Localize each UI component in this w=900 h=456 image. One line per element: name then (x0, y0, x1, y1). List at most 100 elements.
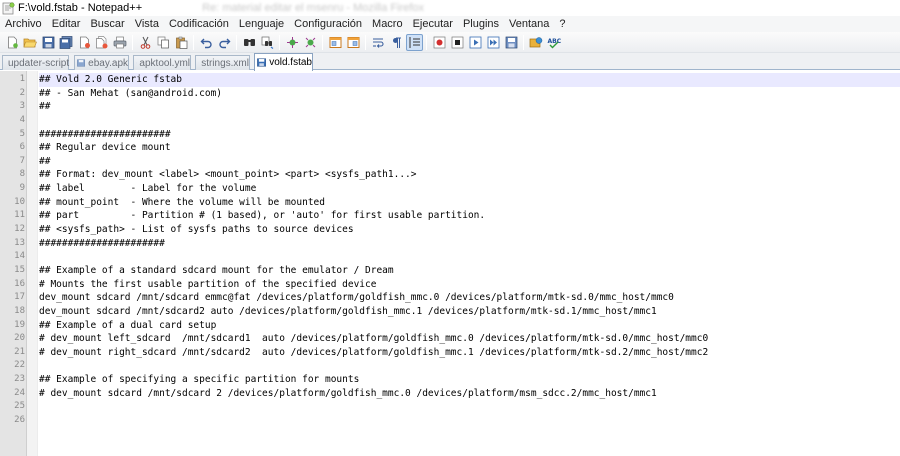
redo-icon[interactable] (216, 34, 233, 51)
code-text[interactable]: ## Vold 2.0 Generic fstab ## - San Mehat… (39, 73, 900, 428)
line-number: 17 (14, 292, 25, 303)
replace-icon[interactable] (259, 34, 276, 51)
tab-apktool-yml[interactable]: apktool.yml (133, 55, 191, 70)
new-file-icon[interactable] (4, 34, 21, 51)
code-line[interactable]: ## part - Partition # (1 based), or 'aut… (39, 209, 900, 223)
code-line[interactable]: ## mount_point - Where the volume will b… (39, 196, 900, 210)
line-number: 4 (19, 114, 25, 125)
menu-ejecutar[interactable]: Ejecutar (408, 16, 458, 32)
editor-area[interactable]: 1 2 3 4 5 6 7 8 9 10 11 12 13 14 15 16 1… (0, 71, 900, 456)
stop-macro-icon[interactable] (449, 34, 466, 51)
close-all-icon[interactable] (94, 34, 111, 51)
toolbar-separator (279, 34, 280, 50)
code-line[interactable]: ## <sysfs_path> - List of sysfs paths to… (39, 223, 900, 237)
open-file-icon[interactable] (22, 34, 39, 51)
menu-macro[interactable]: Macro (367, 16, 408, 32)
fold-margin[interactable] (27, 71, 38, 456)
code-line[interactable]: ## (39, 155, 900, 169)
code-line[interactable] (39, 114, 900, 128)
toolbar-separator (132, 34, 133, 50)
line-number-gutter: 1 2 3 4 5 6 7 8 9 10 11 12 13 14 15 16 1… (0, 71, 27, 456)
paste-icon[interactable] (173, 34, 190, 51)
menu-codificacion[interactable]: Codificación (164, 16, 234, 32)
line-number: 24 (14, 387, 25, 398)
show-all-chars-icon[interactable] (388, 34, 405, 51)
code-line[interactable]: dev_mount sdcard /mnt/sdcard2 auto /devi… (39, 305, 900, 319)
tab-vold-fstab[interactable]: vold.fstab (254, 53, 313, 71)
code-line[interactable] (39, 400, 900, 414)
spell-check-icon[interactable]: ABC (546, 34, 563, 51)
line-number: 19 (14, 319, 25, 330)
code-line[interactable]: ## label - Label for the volume (39, 182, 900, 196)
code-line[interactable]: # dev_mount right_sdcard /mnt/sdcard2 au… (39, 346, 900, 360)
menu-archivo[interactable]: Archivo (0, 16, 47, 32)
word-wrap-icon[interactable] (370, 34, 387, 51)
line-number: 10 (14, 196, 25, 207)
print-icon[interactable] (112, 34, 129, 51)
code-line[interactable]: ## - San Mehat (san@android.com) (39, 87, 900, 101)
code-line[interactable]: dev_mount sdcard /mnt/sdcard emmc@fat /d… (39, 291, 900, 305)
save-macro-icon[interactable] (503, 34, 520, 51)
play-macro-icon[interactable] (467, 34, 484, 51)
code-line[interactable]: ###################### (39, 237, 900, 251)
line-number: 12 (14, 224, 25, 235)
line-number: 25 (14, 401, 25, 412)
toolbar: ABC (0, 32, 900, 53)
undo-icon[interactable] (198, 34, 215, 51)
indent-guide-icon[interactable] (405, 33, 423, 51)
zoom-out-icon[interactable] (302, 34, 319, 51)
tab-ebay-apk[interactable]: ebay.apk (74, 55, 129, 70)
menu-ventana[interactable]: Ventana (504, 16, 554, 32)
code-line[interactable]: ## Example of a dual card setup (39, 319, 900, 333)
menu-help[interactable]: ? (554, 16, 570, 32)
line-number: 6 (19, 142, 25, 153)
menu-configuracion[interactable]: Configuración (289, 16, 367, 32)
tab-label: vold.fstab (269, 57, 312, 68)
tab-save-state-icon (77, 59, 86, 67)
code-line[interactable]: # dev_mount sdcard /mnt/sdcard 2 /device… (39, 387, 900, 401)
toolbar-separator (523, 34, 524, 50)
menu-plugins[interactable]: Plugins (458, 16, 504, 32)
line-number: 22 (14, 360, 25, 371)
menu-buscar[interactable]: Buscar (85, 16, 129, 32)
code-line[interactable]: # Mounts the first usable partition of t… (39, 278, 900, 292)
code-line[interactable] (39, 250, 900, 264)
toolbar-separator (236, 34, 237, 50)
menu-vista[interactable]: Vista (130, 16, 164, 32)
code-line[interactable] (39, 414, 900, 428)
tab-label: strings.xml (201, 57, 249, 69)
zoom-in-icon[interactable] (284, 34, 301, 51)
cut-icon[interactable] (137, 34, 154, 51)
launch-browser-icon[interactable] (528, 34, 545, 51)
menu-editar[interactable]: Editar (47, 16, 86, 32)
title-bar: F:\vold.fstab - Notepad++ Re: material e… (0, 0, 900, 16)
code-line[interactable]: # dev_mount left_sdcard /mnt/sdcard1 aut… (39, 332, 900, 346)
code-line-current[interactable]: ## Vold 2.0 Generic fstab (39, 73, 900, 87)
code-line[interactable]: ## Regular device mount (39, 141, 900, 155)
sync-vertical-icon[interactable] (327, 34, 344, 51)
sync-horizontal-icon[interactable] (345, 34, 362, 51)
toolbar-separator (193, 34, 194, 50)
close-icon[interactable] (76, 34, 93, 51)
run-macro-multiple-icon[interactable] (485, 34, 502, 51)
code-line[interactable] (39, 359, 900, 373)
code-line[interactable]: ## Example of specifying a specific part… (39, 373, 900, 387)
line-number: 9 (19, 183, 25, 194)
code-line[interactable]: ## (39, 100, 900, 114)
menu-lenguaje[interactable]: Lenguaje (234, 16, 289, 32)
code-line[interactable]: ####################### (39, 128, 900, 142)
tab-updater-script[interactable]: updater-script (2, 55, 69, 70)
copy-icon[interactable] (155, 34, 172, 51)
record-macro-icon[interactable] (431, 34, 448, 51)
save-all-icon[interactable] (58, 34, 75, 51)
save-icon[interactable] (40, 34, 57, 51)
code-line[interactable]: ## Format: dev_mount <label> <mount_poin… (39, 168, 900, 182)
find-icon[interactable] (241, 34, 258, 51)
tab-label: apktool.yml (139, 57, 190, 69)
tab-strings-xml[interactable]: strings.xml (195, 55, 250, 70)
line-number: 21 (14, 346, 25, 357)
toolbar-separator (322, 34, 323, 50)
line-number: 18 (14, 305, 25, 316)
line-number: 5 (19, 128, 25, 139)
code-line[interactable]: ## Example of a standard sdcard mount fo… (39, 264, 900, 278)
